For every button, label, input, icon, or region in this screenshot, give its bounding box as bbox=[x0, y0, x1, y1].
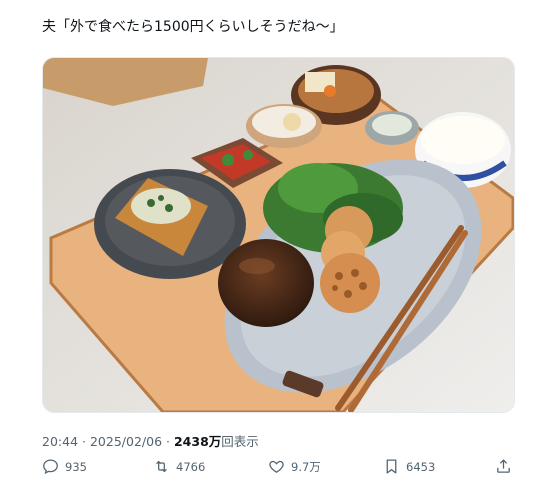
tweet-time[interactable]: 20:44 bbox=[42, 434, 78, 449]
retweet-icon bbox=[156, 460, 167, 473]
retweet-button[interactable]: 4766 bbox=[153, 458, 205, 475]
tweet-meta: 20:44 · 2025/02/06 · 2438万回表示 bbox=[42, 431, 259, 450]
meta-separator-2: · bbox=[166, 434, 170, 449]
reply-count: 935 bbox=[65, 459, 87, 474]
like-count: 9.7万 bbox=[291, 459, 321, 474]
tweet-date[interactable]: 2025/02/06 bbox=[90, 434, 162, 449]
views-count: 2438万 bbox=[173, 434, 222, 449]
bookmark-button[interactable]: 6453 bbox=[383, 458, 435, 475]
heart-icon bbox=[269, 460, 284, 473]
bookmark-count: 6453 bbox=[406, 459, 436, 474]
bookmark-icon bbox=[386, 459, 397, 474]
tweet-actions: 935 4766 9.7万 6453 bbox=[0, 458, 554, 480]
share-button[interactable] bbox=[495, 458, 512, 475]
retweet-count: 4766 bbox=[176, 459, 206, 474]
like-button[interactable]: 9.7万 bbox=[268, 458, 321, 475]
views-label: 回表示 bbox=[221, 434, 259, 449]
tweet-text: 夫「外で食べたら1500円くらいしそうだね〜」 bbox=[42, 19, 344, 35]
meta-separator: · bbox=[82, 434, 86, 449]
tweet-photo[interactable] bbox=[42, 57, 515, 413]
reply-icon bbox=[43, 459, 58, 475]
share-icon bbox=[497, 459, 510, 473]
reply-button[interactable]: 935 bbox=[42, 458, 87, 475]
